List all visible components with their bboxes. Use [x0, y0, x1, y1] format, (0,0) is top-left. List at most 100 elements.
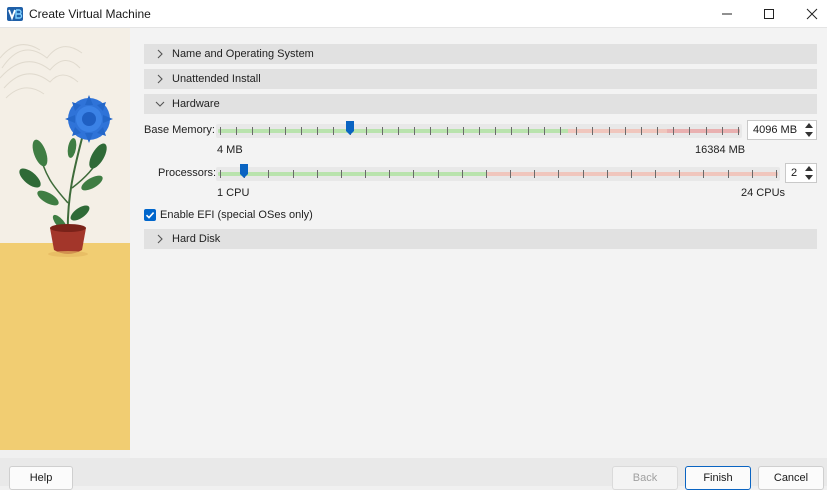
base-memory-spinbox[interactable]: 4096 MB — [747, 120, 817, 140]
slider-tick — [430, 127, 432, 135]
section-hardware[interactable]: Hardware — [144, 94, 817, 114]
slider-tick — [292, 170, 294, 178]
section-hard-disk[interactable]: Hard Disk — [144, 229, 817, 249]
chevron-right-icon — [157, 234, 163, 244]
slider-tick — [592, 127, 594, 135]
maximize-button[interactable] — [747, 0, 791, 28]
wizard-illustration — [0, 28, 130, 450]
processors-min-label: 1 CPU — [217, 187, 250, 199]
slider-tick — [679, 170, 681, 178]
slider-tick — [437, 170, 439, 178]
minimize-icon — [722, 13, 732, 15]
slider-tick — [300, 127, 302, 135]
slider-tick — [624, 127, 626, 135]
section-label: Unattended Install — [172, 73, 261, 85]
slider-tick — [721, 127, 723, 135]
slider-tick — [446, 127, 448, 135]
section-label: Hardware — [172, 98, 220, 110]
enable-efi-checkbox[interactable] — [144, 209, 156, 221]
slider-handle[interactable] — [240, 164, 249, 178]
slider-tick — [333, 127, 335, 135]
slider-tick — [510, 170, 512, 178]
slider-tick — [381, 127, 383, 135]
processors-slider[interactable] — [216, 164, 780, 181]
spin-arrows[interactable] — [802, 121, 816, 139]
slider-tick — [340, 170, 342, 178]
chevron-right-icon — [157, 74, 163, 84]
slider-tick — [703, 170, 705, 178]
spin-down-icon[interactable] — [805, 131, 813, 137]
section-unattended-install[interactable]: Unattended Install — [144, 69, 817, 89]
close-button[interactable] — [790, 0, 827, 28]
enable-efi-label[interactable]: Enable EFI (special OSes only) — [160, 209, 313, 221]
slider-tick — [640, 127, 642, 135]
base-memory-slider[interactable] — [216, 121, 742, 138]
spin-arrows[interactable] — [802, 164, 816, 182]
minimize-button[interactable] — [705, 0, 749, 28]
section-label: Name and Operating System — [172, 48, 314, 60]
slider-tick — [511, 127, 513, 135]
slider-tick — [268, 170, 270, 178]
slider-tick — [655, 170, 657, 178]
button-bar: Help Back Finish Cancel — [0, 458, 827, 490]
section-name-and-os[interactable]: Name and Operating System — [144, 44, 817, 64]
slider-tick — [606, 170, 608, 178]
slider-tick — [738, 127, 739, 135]
slider-tick — [220, 170, 221, 178]
base-memory-max-label: 16384 MB — [695, 144, 746, 156]
section-label: Hard Disk — [172, 233, 221, 245]
slider-tick — [414, 127, 416, 135]
base-memory-label: Base Memory: — [144, 124, 215, 136]
slider-tick — [365, 127, 367, 135]
spin-up-icon[interactable] — [805, 123, 813, 129]
create-vm-window: Create Virtual Machine Name and Operatin… — [0, 0, 827, 490]
base-memory-min-label: 4 MB — [217, 144, 243, 156]
slider-tick — [365, 170, 367, 178]
window-title: Create Virtual Machine — [29, 6, 151, 21]
slider-tick — [534, 170, 536, 178]
slider-tick — [462, 127, 464, 135]
virtualbox-app-icon — [7, 6, 23, 21]
slider-tick — [751, 170, 753, 178]
processors-max-label: 24 CPUs — [741, 187, 786, 199]
slider-tick — [220, 127, 221, 135]
finish-button[interactable]: Finish — [685, 466, 751, 490]
slider-handle[interactable] — [345, 121, 354, 135]
slider-tick — [485, 170, 487, 178]
chevron-down-icon — [155, 101, 165, 107]
processors-spinbox[interactable]: 2 — [785, 163, 817, 183]
slider-tick — [776, 170, 777, 178]
slider-tick — [559, 127, 561, 135]
slider-tick — [317, 127, 319, 135]
flower-pot-illustration — [0, 28, 130, 450]
close-icon — [806, 8, 818, 20]
slider-tick — [479, 127, 480, 135]
back-button[interactable]: Back — [612, 466, 678, 490]
slider-tick — [689, 127, 691, 135]
slider-tick — [630, 170, 632, 178]
spin-down-icon[interactable] — [805, 174, 813, 180]
slider-tick — [413, 170, 415, 178]
base-memory-value: 4096 MB — [753, 124, 798, 136]
slider-tick — [673, 127, 675, 135]
cancel-button[interactable]: Cancel — [758, 466, 824, 490]
slider-tick — [316, 170, 318, 178]
slider-tick — [705, 127, 707, 135]
slider-tick — [582, 170, 584, 178]
spin-up-icon[interactable] — [805, 166, 813, 172]
chevron-right-icon — [157, 49, 163, 59]
slider-tick — [543, 127, 545, 135]
checkmark-icon — [145, 212, 155, 219]
slider-tick — [657, 127, 659, 135]
slider-tick — [252, 127, 254, 135]
slider-tick — [389, 170, 391, 178]
slider-tick — [236, 127, 238, 135]
help-button[interactable]: Help — [9, 466, 73, 490]
maximize-icon — [764, 9, 774, 19]
slider-tick — [398, 127, 400, 135]
base-memory-ticks — [216, 127, 742, 135]
slider-tick — [284, 127, 286, 135]
processors-label: Processors: — [158, 167, 217, 179]
slider-tick — [461, 170, 463, 178]
slider-tick — [495, 127, 497, 135]
